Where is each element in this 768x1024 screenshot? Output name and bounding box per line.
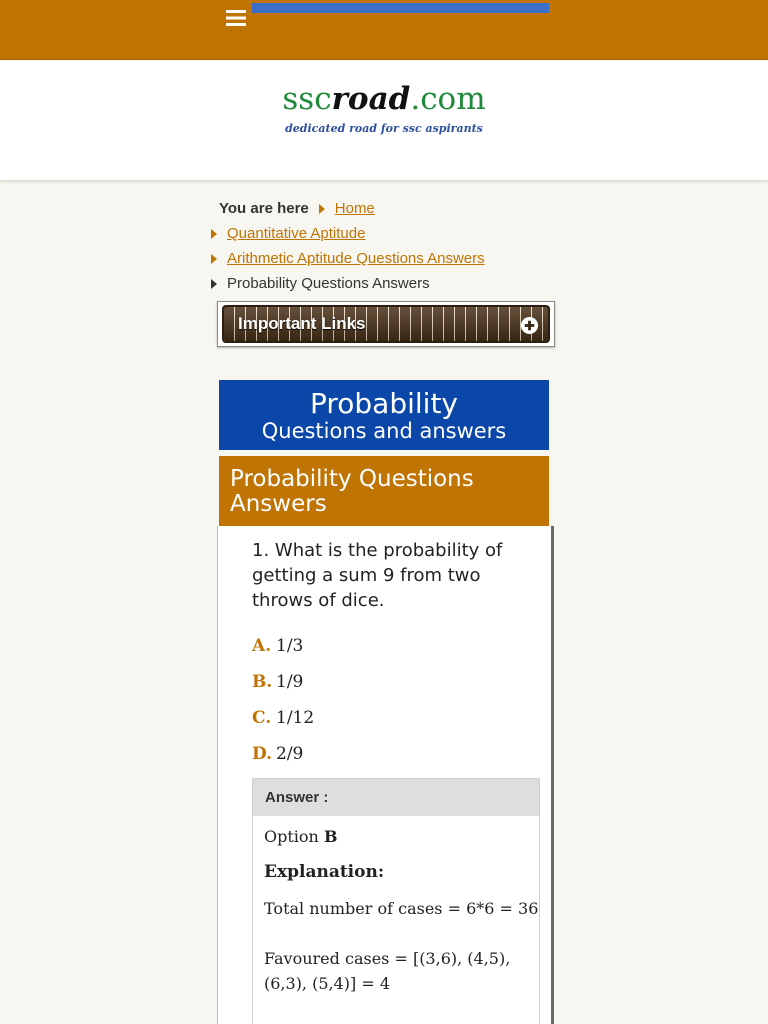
important-links-label: Important Links	[238, 314, 366, 333]
explanation-total-cases: Total number of cases = 6*6 = 36	[264, 899, 539, 918]
important-links-container: Important Links	[217, 301, 555, 347]
breadcrumb: You are here Home Quantitative Aptitude …	[211, 196, 556, 296]
option-letter: A.	[252, 636, 272, 656]
option-a[interactable]: A. 1/3	[252, 636, 303, 656]
site-header: sscroad.com dedicated road for ssc aspir…	[0, 61, 768, 180]
logo-com: .com	[410, 81, 486, 117]
question-card: 1. What is the probability of getting a …	[217, 526, 554, 1024]
option-letter: D.	[252, 744, 273, 764]
hamburger-menu-icon	[225, 10, 246, 26]
top-ad-strip	[252, 3, 549, 13]
logo-ssc: ssc	[282, 81, 332, 117]
logo-road: road	[331, 81, 411, 117]
option-letter: B.	[252, 672, 273, 692]
answer-box: Answer : Option B Explanation: Total num…	[252, 778, 540, 1024]
arrow-right-icon	[211, 278, 217, 289]
breadcrumb-current-page: Probability Questions Answers	[227, 275, 430, 292]
page-title: Probability Questions Answers	[219, 456, 549, 526]
breadcrumb-label: You are here	[219, 200, 309, 217]
answer-body: Option B Explanation: Total number of ca…	[253, 816, 539, 996]
breadcrumb-row: Arithmetic Aptitude Questions Answers	[211, 246, 556, 271]
question-text: 1. What is the probability of getting a …	[252, 540, 503, 611]
answer-toggle[interactable]: Answer :	[253, 779, 539, 816]
site-logo[interactable]: sscroad.com	[0, 81, 768, 117]
answer-option: Option B	[264, 826, 539, 861]
breadcrumb-link-quantitative-aptitude[interactable]: Quantitative Aptitude	[227, 225, 365, 242]
arrow-right-icon	[211, 228, 217, 239]
explanation-label: Explanation:	[264, 862, 385, 882]
option-letter: C.	[252, 708, 272, 728]
answer-option-prefix: Option	[264, 827, 319, 846]
option-b[interactable]: B. 1/9	[252, 672, 303, 692]
option-value: 1/9	[276, 672, 304, 692]
option-value: 1/12	[276, 708, 315, 728]
breadcrumb-row: Quantitative Aptitude	[211, 221, 556, 246]
explanation-favoured-cases: Favoured cases = [(3,6), (4,5), (6,3), (…	[264, 949, 511, 993]
breadcrumb-link-home[interactable]: Home	[335, 200, 375, 217]
menu-button[interactable]	[219, 3, 252, 33]
important-links-button[interactable]: Important Links	[222, 305, 550, 343]
arrow-right-icon	[211, 253, 217, 264]
option-value: 2/9	[276, 744, 304, 764]
arrow-right-icon	[318, 203, 325, 214]
answer-option-value: B	[323, 827, 338, 846]
option-value: 1/3	[276, 636, 304, 656]
banner-subtitle: Questions and answers	[261, 419, 507, 443]
topic-banner: Probability Questions and answers	[219, 380, 549, 450]
breadcrumb-link-arithmetic-aptitude[interactable]: Arithmetic Aptitude Questions Answers	[227, 250, 485, 267]
plus-circle-icon	[520, 316, 539, 335]
site-tagline: dedicated road for ssc aspirants	[285, 122, 483, 135]
banner-title: Probability	[309, 387, 458, 420]
top-bar	[0, 0, 768, 60]
option-c[interactable]: C. 1/12	[252, 708, 314, 728]
option-d[interactable]: D. 2/9	[252, 744, 303, 764]
breadcrumb-row: Probability Questions Answers	[211, 271, 556, 296]
breadcrumb-row-home: You are here Home	[211, 196, 556, 221]
